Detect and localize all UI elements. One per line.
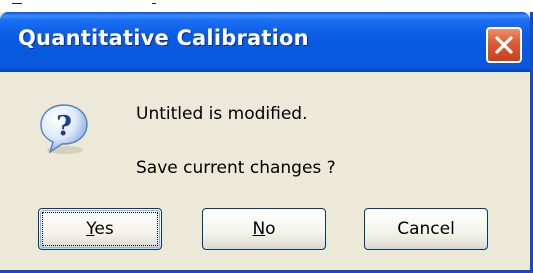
background-text-fragment <box>12 3 22 9</box>
yes-mnemonic: Y <box>86 219 95 239</box>
message-modified: Untitled is modified. <box>136 104 308 124</box>
dialog-title: Quantitative Calibration <box>18 26 309 50</box>
cancel-label: Cancel <box>397 219 455 239</box>
close-icon <box>495 36 513 54</box>
focus-glow <box>40 210 160 248</box>
background-text-fragment <box>152 3 156 9</box>
no-button[interactable]: No <box>202 208 326 250</box>
no-label-rest: o <box>265 219 276 239</box>
yes-label-rest: es <box>94 219 114 239</box>
yes-button[interactable]: Yes <box>38 208 162 250</box>
question-icon: ? <box>40 104 88 154</box>
no-mnemonic: N <box>252 219 266 239</box>
title-bar[interactable]: Quantitative Calibration <box>0 12 530 72</box>
message-dialog: Quantitative Calibration ? Untitled is m… <box>0 12 533 273</box>
message-save-prompt: Save current changes ? <box>136 158 336 178</box>
svg-text:?: ? <box>56 111 72 142</box>
cancel-button[interactable]: Cancel <box>364 208 488 250</box>
close-button[interactable] <box>486 27 522 63</box>
